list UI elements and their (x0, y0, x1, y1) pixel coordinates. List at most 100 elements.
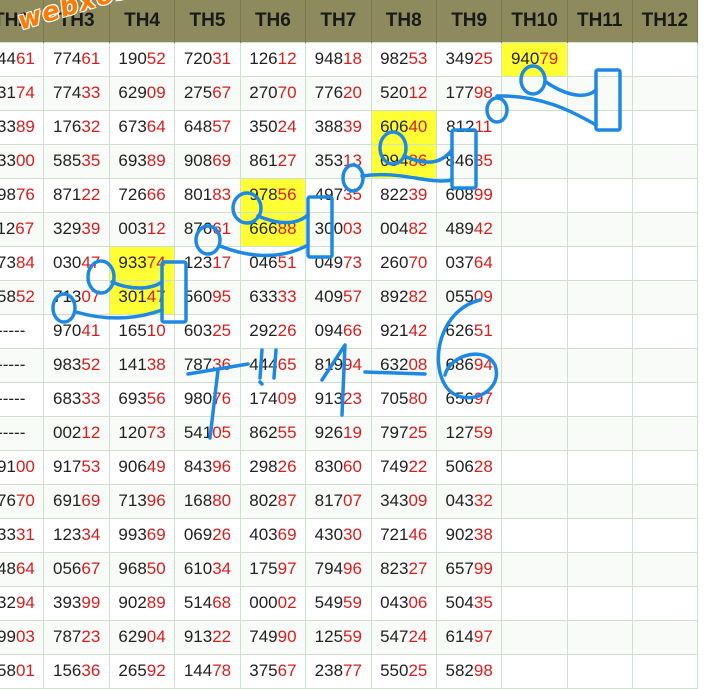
number-suffix: 19 (343, 423, 362, 442)
number-prefix: 632 (380, 355, 409, 374)
table-row: -----97041165106032529226094669214262651 (0, 313, 699, 349)
number-suffix: 80 (212, 491, 232, 510)
result-cell: 96850 (108, 551, 176, 587)
number-prefix: 514 (183, 593, 213, 612)
result-cell: 69356 (108, 381, 176, 417)
result-cell: 17597 (239, 551, 307, 587)
number-suffix: 32 (81, 117, 101, 136)
number-suffix: 31 (15, 525, 35, 544)
number-prefix: 871 (52, 185, 82, 204)
result-cell: ----- (0, 313, 45, 349)
number-prefix: 626 (445, 321, 474, 340)
result-cell: 14138 (108, 347, 176, 383)
number-suffix: 89 (15, 117, 35, 136)
result-cell: 83331 (0, 517, 45, 553)
number-suffix: 35 (473, 151, 493, 170)
result-cell: 60640 (370, 109, 437, 145)
number-prefix: 043 (380, 593, 409, 612)
number-suffix: 12 (408, 83, 428, 102)
result-cell (631, 517, 699, 553)
number-suffix: 25 (408, 423, 428, 442)
result-cell (631, 381, 699, 417)
number-prefix: 902 (445, 525, 474, 544)
number-prefix: 993 (118, 525, 147, 544)
number-prefix: 055 (445, 287, 474, 306)
number-suffix: 09 (146, 83, 166, 102)
number-prefix: 037 (445, 253, 474, 272)
number-prefix: 176 (52, 117, 82, 136)
number-suffix: 53 (81, 457, 101, 476)
number-prefix: 148 (0, 559, 16, 578)
number-suffix: 32 (473, 491, 493, 510)
number-prefix: 876 (183, 219, 213, 238)
number-prefix: 749 (380, 457, 409, 476)
number-prefix: 726 (118, 185, 147, 204)
number-suffix: 70 (408, 253, 428, 272)
number-prefix: 999 (0, 627, 16, 646)
number-prefix: 112 (0, 219, 16, 238)
number-prefix: ----- (0, 389, 26, 408)
result-cell: 40369 (239, 517, 307, 553)
table-row: 7446177461190527203112612948189825334925… (0, 41, 699, 77)
result-cell: 52012 (370, 75, 437, 111)
number-prefix: 817 (314, 491, 344, 510)
number-prefix: 873 (0, 253, 16, 272)
result-cell: ----- (0, 347, 45, 383)
number-prefix: 831 (0, 83, 16, 102)
number-suffix: 95 (212, 287, 232, 306)
number-prefix: 275 (183, 83, 213, 102)
table-row: 8738403047933741231704651049732607003764 (0, 245, 699, 281)
result-cell: 29226 (239, 313, 307, 349)
result-cell (501, 279, 568, 315)
table-row: 8330058535693899086986127353130948684635 (0, 143, 699, 179)
result-cell (631, 177, 699, 213)
number-prefix: 797 (380, 423, 409, 442)
result-cell: 83060 (305, 449, 372, 485)
number-suffix: 36 (81, 661, 101, 680)
number-prefix: 794 (314, 559, 344, 578)
number-suffix: 09 (277, 389, 297, 408)
number-prefix: 144 (183, 661, 213, 680)
number-suffix: 38 (473, 525, 493, 544)
number-prefix: ----- (0, 355, 26, 374)
result-cell: 97041 (43, 313, 110, 349)
number-suffix: 82 (408, 219, 428, 238)
number-suffix: 36 (212, 355, 232, 374)
number-prefix: 819 (314, 355, 344, 374)
number-prefix: 049 (314, 253, 344, 272)
result-cell: 61497 (435, 619, 503, 655)
number-suffix: 69 (81, 491, 101, 510)
result-cell: 09486 (370, 143, 437, 179)
number-suffix: 77 (343, 661, 362, 680)
number-prefix: 375 (249, 661, 278, 680)
number-suffix: 46 (408, 525, 428, 544)
result-cell: 23877 (305, 653, 372, 689)
result-cell (566, 483, 633, 519)
number-prefix: 812 (446, 117, 475, 136)
number-prefix: 125 (314, 627, 344, 646)
number-suffix: 99 (473, 185, 493, 204)
number-prefix: 721 (380, 525, 409, 544)
result-cell: 48942 (435, 211, 503, 247)
number-suffix: 35 (473, 593, 493, 612)
result-cell (501, 551, 568, 587)
number-suffix: 64 (473, 253, 493, 272)
number-suffix: 65 (277, 355, 297, 374)
number-prefix: 823 (380, 559, 409, 578)
number-prefix: 629 (118, 83, 147, 102)
result-cell: 65801 (0, 653, 45, 689)
number-suffix: 01 (15, 661, 35, 680)
number-suffix: 20 (343, 83, 362, 102)
result-cell: 50435 (435, 585, 503, 621)
number-prefix: 892 (380, 287, 409, 306)
result-cell: 12559 (305, 619, 372, 655)
number-suffix: 31 (212, 49, 232, 68)
result-cell: 34309 (370, 483, 437, 519)
number-suffix: 39 (81, 219, 101, 238)
number-suffix: 74 (15, 83, 35, 102)
column-header: TH10 (501, 0, 568, 42)
number-prefix: 998 (0, 185, 16, 204)
number-prefix: 094 (380, 151, 409, 170)
number-suffix: 12 (277, 49, 297, 68)
result-cell: 50628 (435, 449, 503, 485)
